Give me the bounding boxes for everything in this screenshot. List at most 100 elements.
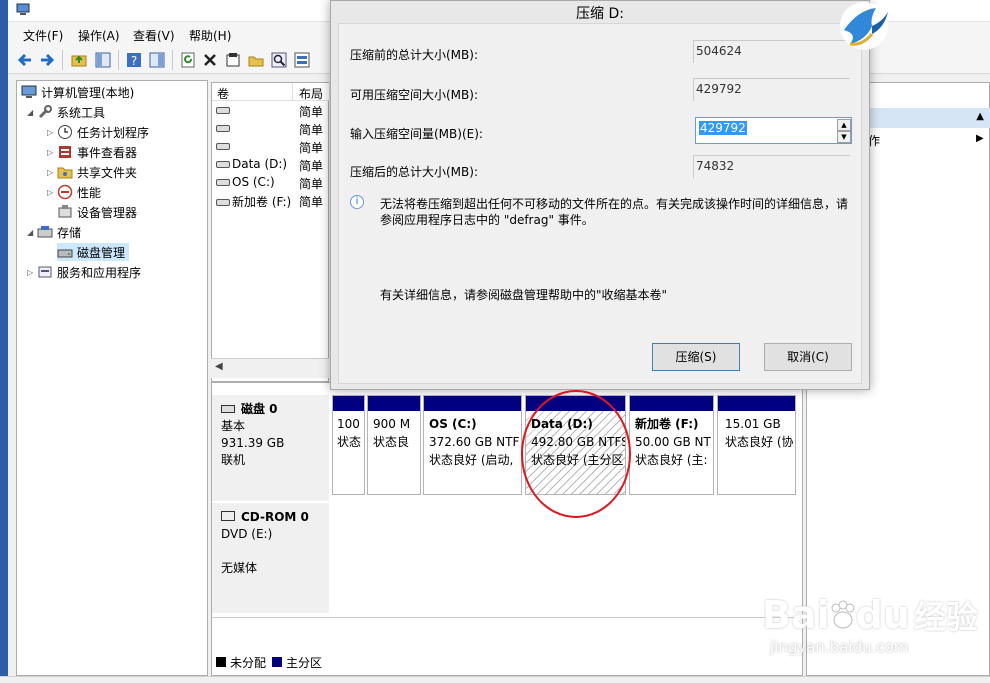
spin-up-button[interactable]: ▲ <box>837 119 851 131</box>
partition-new-f[interactable]: 新加卷 (F:) 50.00 GB NT 状态良好 (主: <box>629 395 714 495</box>
volume-row[interactable]: 简单 <box>212 121 330 139</box>
tree-item-system-tools[interactable]: ◢ 系统工具 <box>27 103 105 121</box>
cdrom-label[interactable]: CD-ROM 0 DVD (E:) 无媒体 <box>212 503 329 613</box>
tree-item-shared-folders[interactable]: ▷ 共享文件夹 <box>47 163 137 181</box>
info-text-line2: 参阅应用程序日志中的 "defrag" 事件。 <box>380 213 594 227</box>
dialog-title: 压缩 D: <box>331 1 869 23</box>
back-arrow-icon[interactable] <box>16 51 34 69</box>
tree-item-task-scheduler[interactable]: ▷ 任务计划程序 <box>47 123 149 141</box>
tree-item-performance[interactable]: ▷ 性能 <box>47 183 101 201</box>
baidu-watermark: Bai du 经验 jingyan.baidu.com <box>762 592 982 678</box>
hard-disk-icon <box>221 405 235 413</box>
primary-partition-bar <box>630 396 713 411</box>
volume-row[interactable]: 新加卷 (F:) 简单 <box>212 193 330 211</box>
cdrom-drive: DVD (E:) <box>221 527 273 541</box>
disk-management-icon <box>57 244 73 260</box>
partition-size: 15.01 GB <box>725 417 781 431</box>
event-log-icon <box>57 144 73 160</box>
storage-icon <box>37 224 53 240</box>
total-after-label: 压缩后的总计大小(MB): <box>350 165 478 179</box>
column-header-layout[interactable]: 布局 <box>293 83 330 101</box>
computer-management-icon <box>16 2 30 16</box>
total-after-value: 74832 <box>693 155 850 178</box>
help-icon[interactable]: ? <box>125 51 143 69</box>
menu-help[interactable]: 帮助(H) <box>189 27 231 44</box>
disk-settings-icon[interactable] <box>293 51 311 69</box>
tree-item-root[interactable]: 计算机管理(本地) <box>21 83 134 101</box>
cdrom-status: 无媒体 <box>221 561 258 575</box>
tree-item-storage[interactable]: ◢ 存储 <box>27 223 81 241</box>
partition-size: 100 <box>337 417 360 431</box>
partition-1[interactable]: 100 状态 <box>332 395 365 495</box>
show-hide-tree-icon[interactable] <box>94 51 112 69</box>
shared-folder-icon <box>57 164 73 180</box>
partition-os-c[interactable]: OS (C:) 372.60 GB NTF 状态良好 (启动, <box>423 395 522 495</box>
menu-file[interactable]: 文件(F) <box>23 27 63 44</box>
disk-0-status: 联机 <box>221 453 246 467</box>
primary-partition-bar <box>424 396 521 411</box>
open-folder-icon[interactable] <box>247 51 265 69</box>
available-label: 可用压缩空间大小(MB): <box>350 88 478 102</box>
refresh-icon[interactable] <box>179 51 197 69</box>
scroll-left-icon[interactable]: ◀ <box>215 361 223 372</box>
volume-row[interactable]: Data (D:) 简单 <box>212 157 330 175</box>
partition-status: 状态良 <box>373 435 410 449</box>
collapsed-arrow-icon[interactable]: ▷ <box>47 188 57 197</box>
tree-label: 事件查看器 <box>77 145 138 160</box>
partition-2[interactable]: 900 M 状态良 <box>367 395 421 495</box>
primary-partition-bar <box>333 396 364 411</box>
clock-icon <box>57 124 73 140</box>
shrink-button[interactable]: 压缩(S) <box>652 343 740 371</box>
volume-layout: 简单 <box>299 141 324 155</box>
disk-0-title: 磁盘 0 <box>221 401 329 418</box>
shrink-amount-input[interactable]: 429792 <box>695 117 852 144</box>
expanded-arrow-icon[interactable]: ◢ <box>27 228 37 237</box>
horizontal-scrollbar[interactable]: ◀ <box>211 358 329 378</box>
volume-icon <box>216 107 230 114</box>
properties-icon[interactable] <box>224 51 242 69</box>
tree-item-event-viewer[interactable]: ▷ 事件查看器 <box>47 143 137 161</box>
collapse-arrow-icon[interactable]: ▲ <box>976 111 984 122</box>
partition-status: 状态良好 (启动, <box>429 453 514 467</box>
collapsed-arrow-icon[interactable]: ▷ <box>47 148 57 157</box>
tree-item-device-manager[interactable]: 设备管理器 <box>57 203 137 221</box>
menu-action[interactable]: 操作(A) <box>78 27 120 44</box>
tree-label: 性能 <box>77 185 102 200</box>
search-icon[interactable] <box>270 51 288 69</box>
spin-down-button[interactable]: ▼ <box>837 131 851 143</box>
volume-icon <box>216 199 230 206</box>
tree-item-disk-management[interactable]: 磁盘管理 <box>57 243 130 261</box>
total-before-label: 压缩前的总计大小(MB): <box>350 48 478 62</box>
volume-layout: 简单 <box>299 159 324 173</box>
disk-0-size: 931.39 GB <box>221 436 285 450</box>
info-text-line1: 无法将卷压缩到超出任何不可移动的文件所在的点。有关完成该操作时间的详细信息，请 <box>380 197 849 211</box>
legend-primary-swatch <box>272 657 283 667</box>
collapsed-arrow-icon[interactable]: ▷ <box>47 168 57 177</box>
volume-icon <box>216 143 230 150</box>
volume-row[interactable]: 简单 <box>212 103 330 121</box>
legend-primary-label: 主分区 <box>286 655 323 670</box>
volume-row[interactable]: 简单 <box>212 139 330 157</box>
tree-item-services-apps[interactable]: ▷ 服务和应用程序 <box>27 263 141 281</box>
show-hide-actions-icon[interactable] <box>148 51 166 69</box>
cancel-button[interactable]: 取消(C) <box>764 343 852 371</box>
disk-0-label[interactable]: 磁盘 0 基本 931.39 GB 联机 <box>212 395 329 501</box>
tree-label: 存储 <box>57 225 82 240</box>
legend: 未分配 主分区 <box>216 654 322 670</box>
collapsed-arrow-icon[interactable]: ▷ <box>27 268 37 277</box>
partition-6[interactable]: 15.01 GB 状态良好 (协 <box>717 395 796 495</box>
submenu-arrow-icon[interactable]: ▶ <box>976 133 984 144</box>
column-header-volume[interactable]: 卷 <box>212 83 293 101</box>
volume-row[interactable]: OS (C:) 简单 <box>212 175 330 193</box>
partition-size: 372.60 GB NTF <box>429 435 520 449</box>
delete-icon[interactable] <box>201 51 219 69</box>
menu-view[interactable]: 查看(V) <box>133 27 175 44</box>
tree-label: 任务计划程序 <box>77 125 150 140</box>
services-icon <box>37 264 53 280</box>
tools-icon <box>37 104 53 120</box>
forward-arrow-icon[interactable] <box>38 51 56 69</box>
collapsed-arrow-icon[interactable]: ▷ <box>47 128 57 137</box>
expanded-arrow-icon[interactable]: ◢ <box>27 108 37 117</box>
help-text[interactable]: 有关详细信息，请参阅磁盘管理帮助中的"收缩基本卷" <box>380 286 667 303</box>
up-folder-icon[interactable] <box>70 51 88 69</box>
